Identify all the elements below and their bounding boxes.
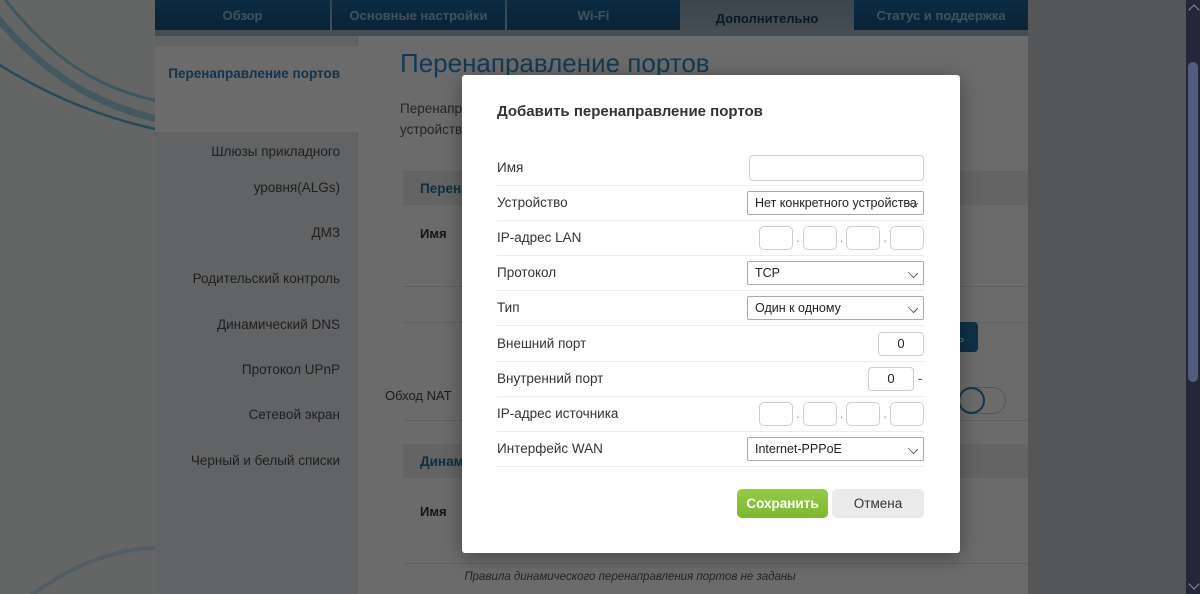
protocol-select-value: TCP bbox=[755, 265, 780, 280]
name-input[interactable] bbox=[749, 154, 924, 181]
form-row-device: Устройство Нет конкретного устройства bbox=[497, 185, 924, 221]
external-port-label: Внешний порт bbox=[497, 336, 587, 351]
ip-lan-label: IP-адрес LAN bbox=[497, 230, 582, 245]
scroll-down-icon[interactable] bbox=[1187, 578, 1200, 590]
type-label: Тип bbox=[497, 300, 520, 315]
form-row-name: Имя bbox=[497, 150, 924, 186]
ip-dot: . bbox=[839, 230, 844, 245]
type-select[interactable]: Один к одному bbox=[747, 295, 924, 320]
ip-dot: . bbox=[883, 230, 887, 245]
dialog-title: Добавить перенаправление портов bbox=[497, 103, 763, 120]
ip-lan-octet-3[interactable] bbox=[846, 225, 881, 250]
form-row-type: Тип Один к одному bbox=[497, 290, 924, 326]
type-select-value: Один к одному bbox=[755, 300, 841, 315]
ip-source-label: IP-адрес источника bbox=[497, 406, 619, 421]
port-range-dash: - bbox=[918, 371, 923, 386]
chevron-down-icon bbox=[907, 302, 919, 313]
cancel-button[interactable]: Отмена bbox=[832, 489, 924, 518]
ip-dot: . bbox=[796, 406, 800, 421]
form-row-wan-interface: Интерфейс WAN Internet-PPPoE bbox=[497, 431, 924, 467]
ip-dot: . bbox=[796, 230, 800, 245]
wan-interface-select[interactable]: Internet-PPPoE bbox=[747, 436, 924, 461]
form-row-protocol: Протокол TCP bbox=[497, 255, 924, 291]
form-row-ip-lan: IP-адрес LAN . . . bbox=[497, 220, 924, 256]
form-row-external-port: Внешний порт bbox=[497, 326, 924, 362]
internal-port-input[interactable] bbox=[868, 366, 914, 391]
protocol-label: Протокол bbox=[497, 265, 557, 280]
router-admin-page: Обзор Основные настройки Wi-Fi Дополните… bbox=[0, 0, 1200, 594]
ip-lan-octet-1[interactable] bbox=[759, 225, 794, 250]
device-select-value: Нет конкретного устройства bbox=[755, 195, 917, 210]
ip-source-octet-3[interactable] bbox=[846, 401, 881, 426]
scroll-up-icon[interactable] bbox=[1187, 4, 1200, 16]
ip-lan-octet-4[interactable] bbox=[890, 225, 924, 250]
ip-lan-octet-2[interactable] bbox=[802, 225, 837, 250]
save-button[interactable]: Сохранить bbox=[737, 489, 828, 518]
chevron-down-icon bbox=[907, 267, 919, 278]
device-label: Устройство bbox=[497, 195, 568, 210]
name-label: Имя bbox=[497, 160, 524, 175]
ip-source-octet-2[interactable] bbox=[802, 401, 837, 426]
scrollbar-thumb[interactable] bbox=[1188, 62, 1198, 382]
chevron-down-icon bbox=[907, 443, 919, 454]
external-port-input[interactable] bbox=[878, 331, 924, 356]
form-row-ip-source: IP-адрес источника . . . bbox=[497, 396, 924, 432]
wan-interface-select-value: Internet-PPPoE bbox=[755, 441, 842, 456]
device-select[interactable]: Нет конкретного устройства bbox=[747, 190, 924, 215]
ip-source-octet-1[interactable] bbox=[759, 401, 794, 426]
add-port-forwarding-dialog: Добавить перенаправление портов Имя Устр… bbox=[462, 75, 960, 553]
protocol-select[interactable]: TCP bbox=[747, 260, 924, 285]
internal-port-label: Внутренний порт bbox=[497, 371, 604, 386]
ip-dot: . bbox=[839, 406, 844, 421]
ip-dot: . bbox=[883, 406, 887, 421]
form-row-internal-port: Внутренний порт - bbox=[497, 361, 924, 397]
ip-source-octet-4[interactable] bbox=[890, 401, 924, 426]
wan-interface-label: Интерфейс WAN bbox=[497, 441, 603, 456]
scrollbar bbox=[1186, 0, 1200, 594]
